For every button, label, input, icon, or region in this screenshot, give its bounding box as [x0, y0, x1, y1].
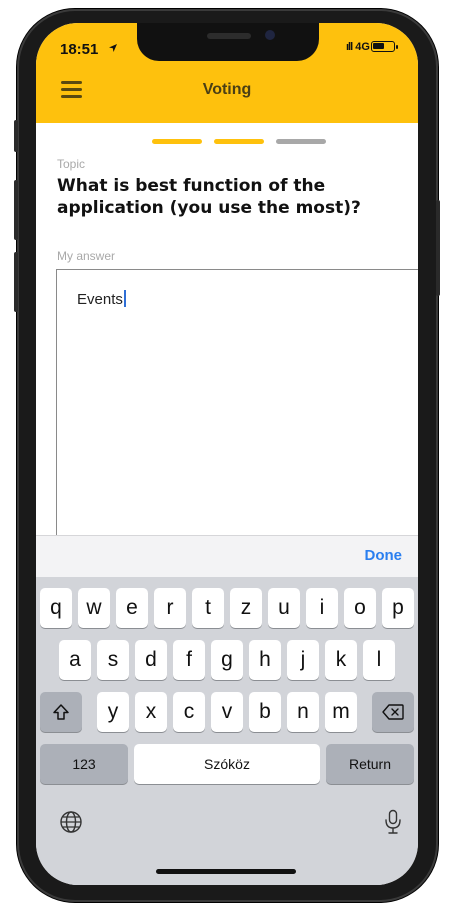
key-o[interactable]: o: [344, 588, 376, 628]
key-j[interactable]: j: [287, 640, 319, 680]
text-cursor: [123, 290, 126, 307]
topic-label: Topic: [57, 157, 86, 171]
answer-textarea[interactable]: Events: [56, 269, 418, 559]
key-p[interactable]: p: [382, 588, 414, 628]
progress-step-2: [214, 139, 264, 144]
key-z[interactable]: z: [230, 588, 262, 628]
page-title: Voting: [202, 81, 252, 98]
key-b[interactable]: b: [249, 692, 281, 732]
volume-up-button: [14, 180, 18, 240]
key-y[interactable]: y: [97, 692, 129, 732]
key-f[interactable]: f: [173, 640, 205, 680]
topic-question: What is best function of the application…: [57, 176, 361, 218]
space-key[interactable]: Szóköz: [134, 744, 320, 784]
power-button: [436, 200, 440, 296]
app-header: 18:51 ıll 4G Voting: [36, 23, 418, 123]
backspace-icon: [382, 704, 404, 720]
shift-arrow-icon: [53, 704, 69, 720]
key-v[interactable]: v: [211, 692, 243, 732]
numbers-key[interactable]: 123: [40, 744, 128, 784]
keyboard: q w e r t z u i o p a s d f g h j k l y …: [36, 577, 418, 885]
backspace-key[interactable]: [372, 692, 414, 732]
key-u[interactable]: u: [268, 588, 300, 628]
globe-icon[interactable]: [58, 809, 84, 835]
mute-switch: [14, 120, 18, 152]
key-h[interactable]: h: [249, 640, 281, 680]
microphone-icon[interactable]: [384, 809, 402, 835]
answer-label: My answer: [57, 249, 116, 263]
progress-step-1: [152, 139, 202, 144]
key-t[interactable]: t: [192, 588, 224, 628]
location-arrow-icon: [109, 44, 117, 52]
key-x[interactable]: x: [135, 692, 167, 732]
network-type: 4G: [355, 41, 370, 53]
key-r[interactable]: r: [154, 588, 186, 628]
return-key[interactable]: Return: [326, 744, 414, 784]
key-i[interactable]: i: [306, 588, 338, 628]
key-k[interactable]: k: [325, 640, 357, 680]
battery-icon: [371, 41, 395, 52]
key-d[interactable]: d: [135, 640, 167, 680]
signal-strength-icon: ıll 4G: [346, 41, 370, 53]
key-c[interactable]: c: [173, 692, 205, 732]
key-a[interactable]: a: [59, 640, 91, 680]
key-n[interactable]: n: [287, 692, 319, 732]
key-w[interactable]: w: [78, 588, 110, 628]
keyboard-toolbar: Done: [36, 535, 418, 577]
key-q[interactable]: q: [40, 588, 72, 628]
key-e[interactable]: e: [116, 588, 148, 628]
key-l[interactable]: l: [363, 640, 395, 680]
status-time: 18:51: [60, 41, 99, 58]
app-screen: 18:51 ıll 4G Voting Topic What is best f…: [36, 23, 418, 885]
shift-key[interactable]: [40, 692, 82, 732]
answer-value: Events: [77, 291, 123, 308]
home-indicator: [156, 869, 296, 874]
device-notch: [137, 23, 319, 61]
key-g[interactable]: g: [211, 640, 243, 680]
progress-step-3: [276, 139, 326, 144]
done-button[interactable]: Done: [365, 547, 403, 564]
key-s[interactable]: s: [97, 640, 129, 680]
key-m[interactable]: m: [325, 692, 357, 732]
volume-down-button: [14, 252, 18, 312]
